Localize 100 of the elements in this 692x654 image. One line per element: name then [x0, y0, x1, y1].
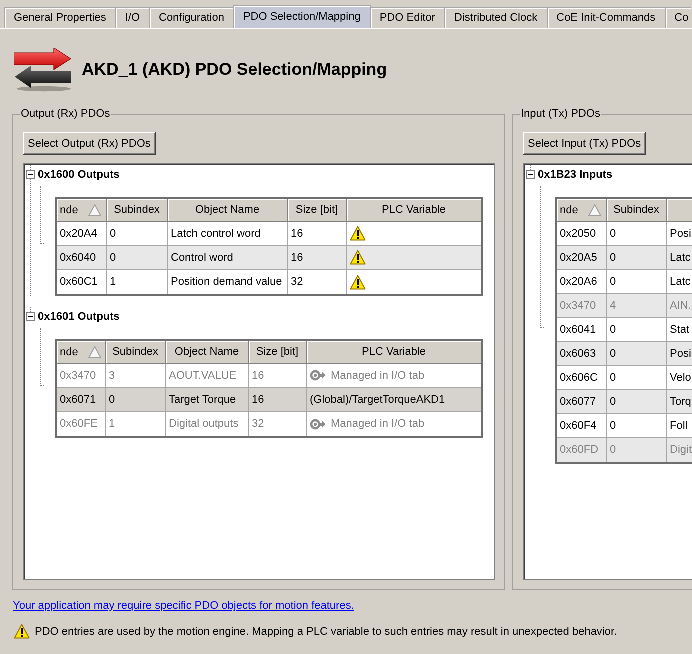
- table-cell: 4: [607, 294, 667, 318]
- page-title: AKD_1 (AKD) PDO Selection/Mapping: [82, 60, 388, 80]
- table-cell: 0x2050: [557, 222, 607, 246]
- table-row[interactable]: 0x6071 0 Target Torque 16 (Global)/TargetTorqueAKD1: [57, 388, 481, 412]
- table-row[interactable]: 0x6077 0 Torq: [557, 390, 692, 414]
- table-cell: 0x6077: [557, 390, 607, 414]
- table-cell: Target Torque: [166, 388, 249, 412]
- column-header[interactable]: PLC Variable: [307, 341, 481, 364]
- collapse-icon[interactable]: [26, 170, 35, 179]
- warning-message: PDO entries are used by the motion engine. Mapping a PLC variable to such entries may result in unexpected behavior.: [35, 626, 618, 638]
- table-cell: (Global)/TargetTorqueAKD1: [307, 388, 481, 412]
- table-cell: 0: [106, 388, 166, 412]
- table-cell: 0x6071: [57, 388, 106, 412]
- table-cell: 0x6063: [557, 342, 607, 366]
- table-cell: Latc: [667, 246, 692, 270]
- column-header[interactable]: nde: [57, 199, 107, 222]
- column-header[interactable]: Subindex: [106, 341, 166, 364]
- sort-triangle-icon: [88, 346, 102, 358]
- warning-icon: [350, 226, 366, 241]
- table-cell: AIN.: [667, 294, 692, 318]
- tab[interactable]: I/O: [115, 7, 150, 28]
- tab[interactable]: Configuration: [149, 7, 234, 28]
- table-cell: 0x3470: [57, 364, 106, 388]
- table-cell: 0x6040: [57, 246, 107, 270]
- group-legend: Input (Tx) PDOs: [520, 108, 602, 121]
- table-cell: 16: [288, 222, 347, 246]
- managed-label: Managed in I/O tab: [331, 418, 425, 430]
- table-cell: 0x20A5: [557, 246, 607, 270]
- group-legend: Output (Rx) PDOs: [20, 108, 112, 121]
- table-cell: Posi: [667, 342, 692, 366]
- tab[interactable]: General Properties: [4, 7, 116, 28]
- sort-triangle-icon: [588, 204, 602, 216]
- select-pdos-button[interactable]: Select Input (Tx) PDOs: [523, 132, 646, 155]
- table-row[interactable]: 0x6063 0 Posi: [557, 342, 692, 366]
- column-header[interactable]: Size [bit]: [249, 341, 307, 364]
- column-header[interactable]: Size [bit]: [288, 199, 347, 222]
- table-row[interactable]: 0x20A5 0 Latc: [557, 246, 692, 270]
- table-cell: 0: [607, 342, 667, 366]
- table-cell: 0x60F4: [557, 414, 607, 438]
- table-cell: 0x60FD: [557, 438, 607, 462]
- table-row[interactable]: 0x2050 0 Posi: [557, 222, 692, 246]
- table-cell: 0: [607, 366, 667, 390]
- table-cell: 0x20A4: [57, 222, 107, 246]
- column-header[interactable]: [667, 199, 692, 222]
- table-cell: 32: [249, 412, 307, 436]
- table-cell: 0: [107, 246, 168, 270]
- warning-icon: [350, 274, 366, 290]
- tab[interactable]: PDO Selection/Mapping: [233, 5, 371, 28]
- sort-triangle-icon: [88, 204, 102, 216]
- column-header[interactable]: Subindex: [107, 199, 168, 222]
- table-cell: 16: [288, 246, 347, 270]
- table-row[interactable]: 0x20A6 0 Latc: [557, 270, 692, 294]
- table-cell: 0x6041: [557, 318, 607, 342]
- table-cell: 0: [607, 390, 667, 414]
- column-header[interactable]: Subindex: [607, 199, 667, 222]
- tab[interactable]: Co: [664, 7, 691, 28]
- table-cell: 0: [607, 246, 667, 270]
- table-cell: 0x3470: [557, 294, 607, 318]
- disc-arrow-icon: [310, 418, 326, 430]
- tree-node-label[interactable]: 0x1B23 Inputs: [538, 168, 613, 182]
- table-cell: 0x606C: [557, 366, 607, 390]
- table-cell: 32: [288, 270, 347, 294]
- swap-arrows-icon: [14, 48, 72, 92]
- table-cell: 0: [607, 438, 667, 462]
- tab[interactable]: CoE Init-Commands: [546, 7, 666, 28]
- tree-node-label[interactable]: 0x1600 Outputs: [38, 168, 120, 182]
- table-cell: Control word: [168, 246, 288, 270]
- column-header[interactable]: Object Name: [166, 341, 249, 364]
- table-cell: 0x20A6: [557, 270, 607, 294]
- warning-icon: [14, 624, 30, 639]
- tab[interactable]: PDO Editor: [370, 7, 446, 28]
- table-row[interactable]: 0x6041 0 Stat: [557, 318, 692, 342]
- table-row[interactable]: 0x60F4 0 Foll: [557, 414, 692, 438]
- table-cell: 0: [607, 414, 667, 438]
- column-header[interactable]: nde: [557, 199, 607, 222]
- column-header[interactable]: Object Name: [168, 199, 288, 222]
- tab[interactable]: Distributed Clock: [444, 7, 548, 28]
- table-row[interactable]: 0x6040 0 Control word 16: [57, 246, 481, 270]
- column-header[interactable]: nde: [57, 341, 106, 364]
- table-cell: 0: [607, 222, 667, 246]
- motion-features-link[interactable]: Your application may require specific PDO objects for motion features.: [13, 600, 354, 613]
- table-cell: AOUT.VALUE: [166, 364, 249, 388]
- collapse-icon[interactable]: [526, 170, 535, 179]
- table-cell: 0: [607, 318, 667, 342]
- warning-icon: [350, 250, 366, 265]
- collapse-icon[interactable]: [26, 312, 35, 321]
- table-cell: Digit: [667, 438, 692, 462]
- table-cell: Latch control word: [168, 222, 288, 246]
- select-pdos-button[interactable]: Select Output (Rx) PDOs: [23, 132, 156, 155]
- table-cell: Torq: [667, 390, 692, 414]
- table-row[interactable]: 0x606C 0 Velo: [557, 366, 692, 390]
- disc-arrow-icon: [310, 370, 326, 381]
- managed-label: Managed in I/O tab: [331, 370, 425, 382]
- tree-node-label[interactable]: 0x1601 Outputs: [38, 310, 120, 324]
- column-header[interactable]: PLC Variable: [347, 199, 481, 222]
- table-cell: 0: [607, 270, 667, 294]
- table-row[interactable]: 0x20A4 0 Latch control word 16: [57, 222, 481, 246]
- table-cell: 16: [249, 364, 307, 388]
- table-cell: 16: [249, 388, 307, 412]
- table-cell: 0x60FE: [57, 412, 106, 436]
